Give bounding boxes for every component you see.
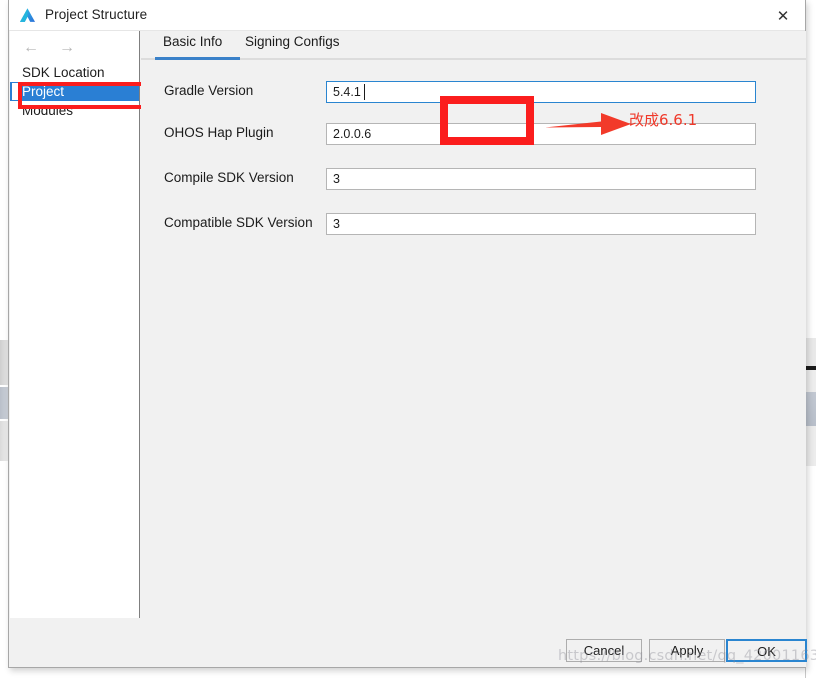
input-compatible-sdk-version[interactable] xyxy=(326,213,756,235)
label-gradle-version: Gradle Version xyxy=(164,83,254,98)
background-window-fragment xyxy=(806,426,816,466)
deveco-logo-icon xyxy=(19,8,36,22)
dialog-titlebar: Project Structure ✕ xyxy=(9,0,805,31)
label-compatible-sdk-version: Compatible SDK Version xyxy=(164,215,313,230)
input-ohos-hap-plugin[interactable] xyxy=(326,123,756,145)
dialog-footer: Cancel Apply OK xyxy=(10,618,807,667)
content-panel: Basic Info Signing Configs Gradle Versio… xyxy=(141,31,806,618)
tab-bar: Basic Info Signing Configs xyxy=(141,31,806,60)
field-row-ohos-hap-plugin: OHOS Hap Plugin xyxy=(141,123,806,145)
input-compile-sdk-version[interactable] xyxy=(326,168,756,190)
project-structure-dialog: Project Structure ✕ ← → SDK Location Pro… xyxy=(8,0,807,668)
text-caret xyxy=(364,84,365,100)
forward-arrow-icon[interactable]: → xyxy=(58,40,76,56)
dialog-title: Project Structure xyxy=(45,7,148,22)
sidebar-item-sdk-location[interactable]: SDK Location xyxy=(10,63,139,82)
input-gradle-version[interactable] xyxy=(326,81,756,103)
navigation-panel: ← → SDK Location Project Modules xyxy=(10,31,140,618)
background-window-fragment xyxy=(806,392,816,426)
sidebar-item-modules[interactable]: Modules xyxy=(10,101,139,120)
tab-underline-track xyxy=(141,58,806,60)
field-row-compatible-sdk-version: Compatible SDK Version xyxy=(141,213,806,235)
tab-basic-info[interactable]: Basic Info xyxy=(163,34,222,49)
tab-signing-configs[interactable]: Signing Configs xyxy=(245,34,340,49)
cancel-button[interactable]: Cancel xyxy=(566,639,642,662)
back-arrow-icon[interactable]: ← xyxy=(22,40,40,56)
navigation-list: SDK Location Project Modules xyxy=(10,63,139,120)
background-window-fragment xyxy=(806,370,816,392)
navigation-history-controls: ← → xyxy=(22,40,76,56)
background-window-fragment xyxy=(806,338,816,366)
ok-button[interactable]: OK xyxy=(726,639,807,662)
label-compile-sdk-version: Compile SDK Version xyxy=(164,170,294,185)
field-row-compile-sdk-version: Compile SDK Version xyxy=(141,168,806,190)
apply-button[interactable]: Apply xyxy=(649,639,725,662)
label-ohos-hap-plugin: OHOS Hap Plugin xyxy=(164,125,274,140)
sidebar-item-project[interactable]: Project xyxy=(10,82,139,101)
close-icon[interactable]: ✕ xyxy=(761,0,805,31)
screenshot-root: Project Structure ✕ ← → SDK Location Pro… xyxy=(0,0,816,678)
tab-active-indicator xyxy=(155,57,240,60)
field-row-gradle-version: Gradle Version xyxy=(141,81,806,103)
